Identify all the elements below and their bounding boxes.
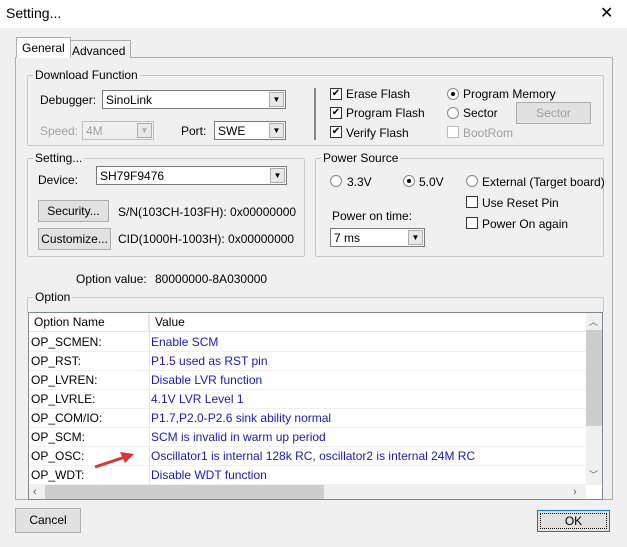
table-row[interactable]: OP_LVRLE: 4.1V LVR Level 1 bbox=[29, 390, 586, 409]
group-legend: Power Source bbox=[321, 151, 401, 165]
speed-label: Speed: bbox=[40, 124, 79, 138]
title-bar bbox=[0, 0, 627, 28]
device-select[interactable]: SH79F9476 ▼ bbox=[96, 166, 287, 185]
chevron-down-icon: ▼ bbox=[269, 123, 284, 138]
column-header-value[interactable]: Value bbox=[150, 313, 586, 332]
option-group: Option bbox=[27, 290, 604, 313]
power-on-time-label: Power on time: bbox=[332, 209, 413, 223]
vertical-scroll-thumb[interactable] bbox=[586, 330, 602, 426]
3v3-label: 3.3V bbox=[347, 175, 372, 189]
horizontal-scrollbar[interactable]: ‹ › bbox=[29, 485, 586, 499]
port-select[interactable]: SWE ▼ bbox=[214, 121, 286, 140]
device-value: SH79F9476 bbox=[100, 169, 165, 183]
option-name: OP_LVREN: bbox=[31, 373, 98, 387]
power-on-time-select[interactable]: 7 ms ▼ bbox=[330, 228, 425, 247]
option-name: OP_OSC: bbox=[31, 449, 85, 463]
chevron-down-icon: ▼ bbox=[270, 168, 285, 183]
option-value-cell: P1.7,P2.0-P2.6 sink ability normal bbox=[151, 411, 332, 425]
group-legend: Setting... bbox=[33, 151, 85, 165]
annotation-arrow-icon bbox=[94, 452, 134, 469]
table-row[interactable]: OP_SCMEN: Enable SCM bbox=[29, 333, 586, 352]
option-value: 80000000-8A030000 bbox=[155, 272, 268, 286]
external-radio[interactable] bbox=[466, 175, 478, 187]
horizontal-scroll-thumb[interactable] bbox=[45, 485, 324, 499]
erase-flash-label: Erase Flash bbox=[346, 87, 411, 101]
option-name: OP_SCMEN: bbox=[31, 335, 102, 349]
port-label: Port: bbox=[181, 124, 207, 138]
power-on-again-label: Power On again bbox=[482, 217, 569, 231]
close-icon[interactable]: ✕ bbox=[600, 3, 613, 23]
option-name: OP_RST: bbox=[31, 354, 82, 368]
external-label: External (Target board) bbox=[482, 175, 605, 189]
program-flash-checkbox[interactable]: ✔ bbox=[330, 107, 342, 119]
window-title: Setting... bbox=[6, 5, 62, 21]
table-row[interactable]: OP_COM/IO: P1.7,P2.0-P2.6 sink ability no… bbox=[29, 409, 586, 428]
bootrom-checkbox bbox=[447, 126, 459, 138]
debugger-label: Debugger: bbox=[40, 93, 97, 107]
option-name: OP_WDT: bbox=[31, 468, 85, 482]
sector-label: Sector bbox=[463, 106, 498, 120]
separator bbox=[314, 88, 316, 140]
device-label: Device: bbox=[38, 173, 79, 187]
chevron-down-icon: ▼ bbox=[137, 123, 152, 138]
tab-general[interactable]: General bbox=[16, 37, 71, 58]
scroll-left-icon[interactable]: ‹ bbox=[33, 486, 37, 498]
speed-value: 4M bbox=[86, 124, 103, 138]
erase-flash-checkbox[interactable]: ✔ bbox=[330, 88, 342, 100]
5v0-label: 5.0V bbox=[419, 175, 444, 189]
program-flash-label: Program Flash bbox=[346, 106, 425, 120]
option-name: OP_SCM: bbox=[31, 430, 86, 444]
cid-text: CID(1000H-1003H): 0x00000000 bbox=[118, 232, 295, 246]
table-row[interactable]: OP_RST: P1.5 used as RST pin bbox=[29, 352, 586, 371]
option-value-cell: Disable LVR function bbox=[151, 373, 263, 387]
option-value-cell: P1.5 used as RST pin bbox=[151, 354, 268, 368]
group-legend: Download Function bbox=[33, 68, 140, 82]
option-name: OP_COM/IO: bbox=[31, 411, 103, 425]
port-value: SWE bbox=[218, 124, 246, 138]
verify-flash-label: Verify Flash bbox=[346, 126, 409, 140]
sector-radio[interactable] bbox=[447, 107, 459, 119]
sn-text: S/N(103CH-103FH): 0x00000000 bbox=[118, 205, 297, 219]
program-memory-radio[interactable] bbox=[447, 88, 459, 100]
debugger-select[interactable]: SinoLink ▼ bbox=[102, 90, 286, 109]
security-button[interactable]: Security... bbox=[38, 200, 109, 222]
column-header-name[interactable]: Option Name bbox=[29, 313, 149, 332]
option-value-cell: Disable WDT function bbox=[151, 468, 267, 482]
customize-button[interactable]: Customize... bbox=[38, 228, 111, 250]
option-value-cell: Enable SCM bbox=[151, 335, 219, 349]
table-row[interactable]: OP_SCM: SCM is invalid in warm up period bbox=[29, 428, 586, 447]
scroll-up-icon[interactable]: ︿ bbox=[589, 315, 598, 328]
option-value-label: Option value: bbox=[76, 272, 147, 286]
vertical-scrollbar[interactable]: ︿ ﹀ bbox=[586, 313, 602, 485]
power-on-again-checkbox[interactable] bbox=[466, 217, 478, 229]
chevron-down-icon: ▼ bbox=[269, 92, 284, 107]
option-name: OP_LVRLE: bbox=[31, 392, 96, 406]
chevron-down-icon: ▼ bbox=[408, 230, 423, 245]
option-value-cell: SCM is invalid in warm up period bbox=[151, 430, 326, 444]
power-on-time-value: 7 ms bbox=[334, 231, 361, 245]
option-value-cell: Oscillator1 is internal 128k RC, oscilla… bbox=[151, 449, 476, 463]
scroll-down-icon[interactable]: ﹀ bbox=[589, 468, 598, 481]
3v3-radio[interactable] bbox=[330, 175, 342, 187]
bootrom-label: BootRom bbox=[463, 126, 514, 140]
use-reset-pin-checkbox[interactable] bbox=[466, 196, 478, 208]
option-value-cell: 4.1V LVR Level 1 bbox=[151, 392, 244, 406]
use-reset-pin-label: Use Reset Pin bbox=[482, 196, 559, 210]
debugger-value: SinoLink bbox=[106, 93, 153, 107]
table-row[interactable]: OP_LVREN: Disable LVR function bbox=[29, 371, 586, 390]
cancel-button[interactable]: Cancel bbox=[15, 508, 81, 533]
5v0-radio[interactable] bbox=[403, 175, 415, 187]
speed-select: 4M ▼ bbox=[82, 121, 154, 140]
scroll-right-icon[interactable]: › bbox=[573, 486, 577, 498]
group-legend: Option bbox=[33, 290, 73, 304]
sector-button: Sector bbox=[516, 102, 591, 124]
ok-button[interactable]: OK bbox=[537, 510, 610, 532]
program-memory-label: Program Memory bbox=[463, 87, 556, 101]
verify-flash-checkbox[interactable]: ✔ bbox=[330, 126, 342, 138]
tab-advanced[interactable]: Advanced bbox=[66, 40, 132, 58]
